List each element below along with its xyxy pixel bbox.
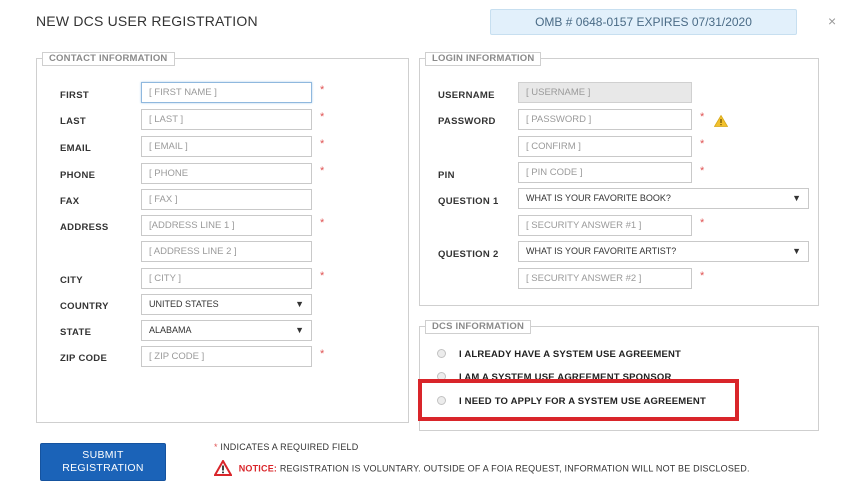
- question-1-label: QUESTION 1: [438, 196, 499, 207]
- zip-code-label: ZIP CODE: [60, 353, 108, 364]
- confirm-password-input[interactable]: [ CONFIRM ]: [518, 136, 692, 157]
- dropdown-arrow-icon: ▼: [295, 299, 304, 309]
- required-marker: *: [320, 348, 325, 360]
- login-information-legend: LOGIN INFORMATION: [425, 52, 542, 66]
- required-marker: *: [320, 138, 325, 150]
- submit-button-line-1: SUBMIT: [82, 449, 124, 461]
- required-marker: *: [214, 442, 218, 452]
- required-marker: *: [700, 165, 705, 177]
- required-marker: *: [320, 165, 325, 177]
- state-label: STATE: [60, 327, 92, 338]
- country-select-value: UNITED STATES: [149, 299, 219, 309]
- pin-input[interactable]: [ PIN CODE ]: [518, 162, 692, 183]
- email-input[interactable]: [ EMAIL ]: [141, 136, 312, 157]
- address-line-1-input[interactable]: [ADDRESS LINE 1 ]: [141, 215, 312, 236]
- security-answer-1-input[interactable]: [ SECURITY ANSWER #1 ]: [518, 215, 692, 236]
- city-label: CITY: [60, 275, 83, 286]
- question-2-select[interactable]: WHAT IS YOUR FAVORITE ARTIST? ▼: [518, 241, 809, 262]
- required-marker: *: [320, 270, 325, 282]
- last-name-input[interactable]: [ LAST ]: [141, 109, 312, 130]
- required-marker: *: [700, 217, 705, 229]
- address-label: ADDRESS: [60, 222, 109, 233]
- pin-label: PIN: [438, 170, 455, 181]
- contact-information-legend: CONTACT INFORMATION: [42, 52, 175, 66]
- first-label: FIRST: [60, 90, 89, 101]
- dropdown-arrow-icon: ▼: [295, 325, 304, 335]
- required-marker: *: [320, 84, 325, 96]
- required-marker: *: [700, 138, 705, 150]
- fax-input[interactable]: [ FAX ]: [141, 189, 312, 210]
- required-field-note-text: INDICATES A REQUIRED FIELD: [220, 442, 359, 452]
- password-input[interactable]: [ PASSWORD ]: [518, 109, 692, 130]
- phone-input[interactable]: [ PHONE: [141, 163, 312, 184]
- notice-text: REGISTRATION IS VOLUNTARY. OUTSIDE OF A …: [279, 463, 750, 474]
- username-label: USERNAME: [438, 90, 495, 101]
- option-already-have-agreement[interactable]: I ALREADY HAVE A SYSTEM USE AGREEMENT: [459, 349, 681, 360]
- password-label: PASSWORD: [438, 116, 496, 127]
- fax-label: FAX: [60, 196, 80, 207]
- submit-button-line-2: REGISTRATION: [62, 462, 144, 474]
- address-line-2-input[interactable]: [ ADDRESS LINE 2 ]: [141, 241, 312, 262]
- required-marker: *: [700, 111, 705, 123]
- required-marker: *: [320, 111, 325, 123]
- email-label: EMAIL: [60, 143, 92, 154]
- question-2-value: WHAT IS YOUR FAVORITE ARTIST?: [526, 246, 677, 256]
- question-2-label: QUESTION 2: [438, 249, 499, 260]
- notice-line: NOTICE: REGISTRATION IS VOLUNTARY. OUTSI…: [213, 458, 750, 478]
- highlight-box: [418, 379, 739, 421]
- notice-warning-icon: [213, 458, 233, 478]
- phone-label: PHONE: [60, 170, 96, 181]
- country-select[interactable]: UNITED STATES ▼: [141, 294, 312, 315]
- username-input[interactable]: [ USERNAME ]: [518, 82, 692, 103]
- submit-registration-button[interactable]: SUBMIT REGISTRATION: [40, 443, 166, 481]
- state-select[interactable]: ALABAMA ▼: [141, 320, 312, 341]
- required-marker: *: [320, 217, 325, 229]
- warning-icon: [713, 114, 729, 132]
- notice-label: NOTICE:: [238, 463, 278, 474]
- dropdown-arrow-icon: ▼: [792, 246, 801, 256]
- city-input[interactable]: [ CITY ]: [141, 268, 312, 289]
- dcs-information-legend: DCS INFORMATION: [425, 320, 532, 334]
- question-1-select[interactable]: WHAT IS YOUR FAVORITE BOOK? ▼: [518, 188, 809, 209]
- state-select-value: ALABAMA: [149, 325, 192, 335]
- required-marker: *: [700, 270, 705, 282]
- country-label: COUNTRY: [60, 301, 109, 312]
- radio-already-have-agreement[interactable]: [437, 349, 446, 358]
- close-icon[interactable]: ×: [828, 14, 836, 28]
- dialog-title: NEW DCS USER REGISTRATION: [36, 13, 258, 29]
- omb-badge: OMB # 0648-0157 EXPIRES 07/31/2020: [490, 9, 797, 35]
- required-field-note: * INDICATES A REQUIRED FIELD: [214, 442, 358, 452]
- security-answer-2-input[interactable]: [ SECURITY ANSWER #2 ]: [518, 268, 692, 289]
- last-label: LAST: [60, 116, 87, 127]
- zip-code-input[interactable]: [ ZIP CODE ]: [141, 346, 312, 367]
- first-name-input[interactable]: [ FIRST NAME ]: [141, 82, 312, 103]
- dropdown-arrow-icon: ▼: [792, 193, 801, 203]
- question-1-value: WHAT IS YOUR FAVORITE BOOK?: [526, 193, 671, 203]
